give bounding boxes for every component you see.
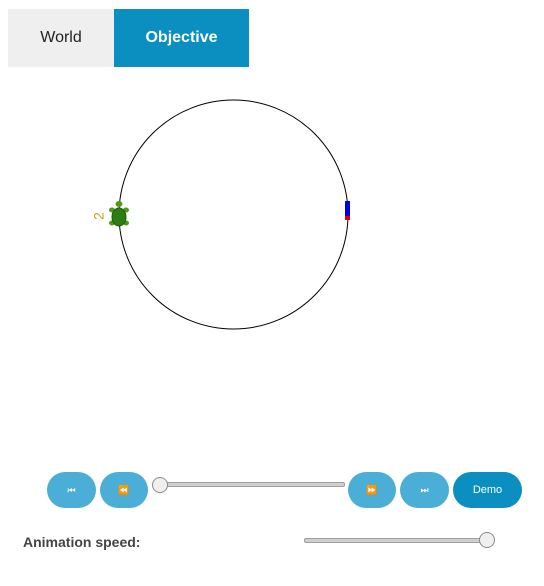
rewind-icon: ⏪: [118, 484, 130, 495]
speed-slider-handle[interactable]: [479, 532, 495, 548]
next-step-button[interactable]: ⏩: [348, 472, 396, 508]
last-step-button[interactable]: ⏭: [400, 472, 449, 508]
first-step-button[interactable]: ⏮: [47, 472, 96, 508]
target-marker: [345, 201, 350, 220]
skip-back-icon: ⏮: [67, 484, 76, 495]
previous-step-button[interactable]: ⏪: [100, 472, 148, 508]
circle-path: [118, 99, 349, 330]
tab-objective[interactable]: Objective: [114, 9, 249, 67]
step-slider-track[interactable]: [160, 482, 345, 487]
demo-button[interactable]: Demo: [453, 472, 522, 508]
turtle-label: 2: [91, 212, 107, 220]
animation-speed-label: Animation speed:: [23, 534, 141, 550]
fast-forward-icon: ⏩: [366, 484, 378, 495]
turtle-icon: [109, 201, 129, 227]
target-red-segment: [345, 216, 350, 220]
speed-slider-track[interactable]: [304, 538, 491, 543]
tab-world[interactable]: World: [8, 9, 114, 67]
step-slider-handle[interactable]: [152, 477, 168, 493]
target-blue-segment: [345, 201, 350, 216]
world-canvas: 2: [91, 99, 350, 330]
skip-forward-icon: ⏭: [420, 484, 429, 495]
